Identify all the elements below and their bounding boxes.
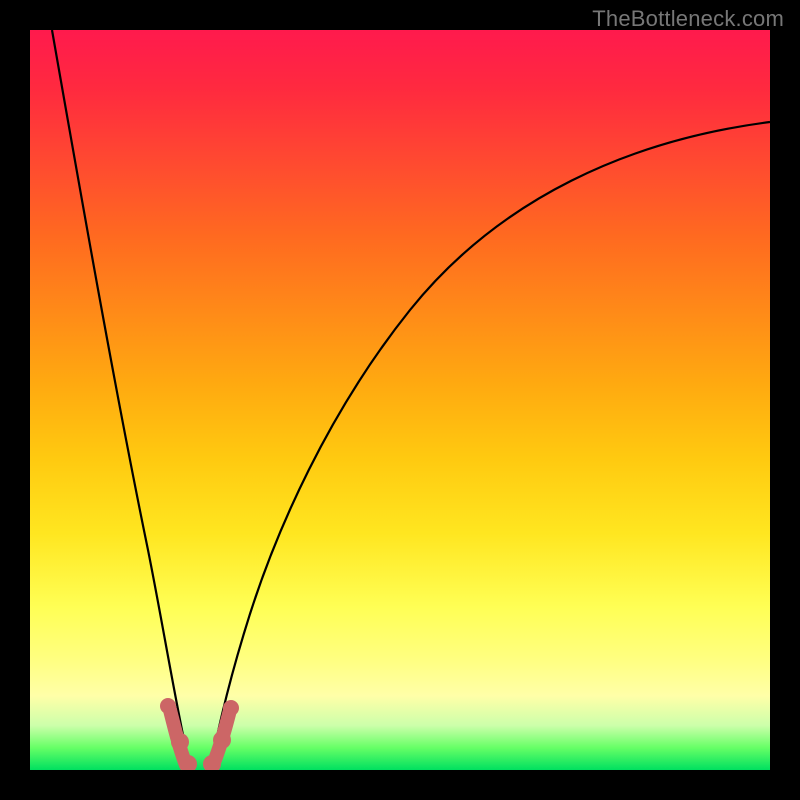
curve-left-branch [52, 30, 190, 770]
chart-frame: TheBottleneck.com [0, 0, 800, 800]
plot-area [30, 30, 770, 770]
marker-dot [213, 731, 231, 749]
curve-layer [30, 30, 770, 770]
marker-dot [171, 733, 189, 751]
marker-dot [223, 700, 239, 716]
watermark-text: TheBottleneck.com [592, 6, 784, 32]
curve-right-branch [210, 122, 770, 770]
marker-dot [160, 698, 176, 714]
